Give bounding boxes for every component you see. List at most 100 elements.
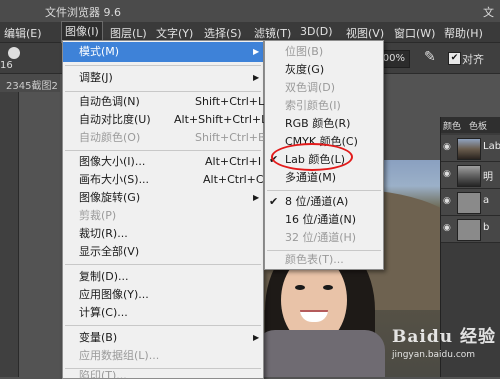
- menu-item-mode[interactable]: 模式(M) ▶: [63, 42, 263, 62]
- annotation-circle: [271, 143, 353, 171]
- mode-item-color-table: 颜色表(T)...: [265, 251, 383, 269]
- watermark-logo: Baidu 经验: [392, 327, 497, 347]
- eye-icon[interactable]: ◉: [443, 196, 455, 206]
- menu-item-label: 位图(B): [285, 45, 324, 58]
- document-tab-label: 2345截图2: [6, 81, 58, 92]
- menu-item-label: 调整(J): [79, 71, 113, 84]
- menu-separator: [65, 264, 261, 265]
- channel-row[interactable]: ◉ b: [441, 216, 500, 243]
- menu-item-label: 颜色表(T)...: [285, 253, 344, 266]
- channel-row[interactable]: ◉ Lab: [441, 135, 500, 162]
- menu-item-label: 剪裁(P): [79, 209, 117, 222]
- mode-item-rgb[interactable]: RGB 颜色(R): [265, 114, 383, 134]
- menu-item-image-rotation[interactable]: 图像旋转(G) ▶: [63, 188, 263, 208]
- menu-item-calculations[interactable]: 计算(C)...: [63, 303, 263, 323]
- tab-swatches[interactable]: 色板: [469, 119, 487, 132]
- eye-icon[interactable]: ◉: [443, 142, 455, 152]
- mode-item-grayscale[interactable]: 灰度(G): [265, 60, 383, 80]
- tab-color[interactable]: 颜色: [443, 119, 461, 132]
- menu-item-label: 复制(D)...: [79, 270, 129, 283]
- submenu-arrow-icon: ▶: [253, 333, 260, 342]
- channel-thumbnail: [457, 138, 481, 160]
- channel-thumbnail: [457, 219, 481, 241]
- menu-item-label: 模式(M): [79, 45, 120, 58]
- watermark-url: jingyan.baidu.com: [392, 350, 476, 360]
- channel-name: b: [483, 222, 490, 233]
- menu-help[interactable]: 帮助(H): [444, 25, 483, 41]
- document-tab[interactable]: 2345截图2: [0, 74, 60, 92]
- mode-item-indexed-color: 索引颜色(I): [265, 96, 383, 116]
- mode-item-duotone: 双色调(D): [265, 78, 383, 98]
- tools-panel: [0, 92, 19, 377]
- title-bar: 文件浏览器 9.6 文: [0, 0, 500, 22]
- channel-name: a: [483, 195, 490, 206]
- brush-size: 16: [0, 60, 13, 71]
- menu-item-shortcut: Alt+Ctrl+I: [205, 155, 262, 168]
- channel-row[interactable]: ◉ 明: [441, 162, 500, 189]
- menu-item-label: 计算(C)...: [79, 306, 128, 319]
- menu-item-label: 16 位/通道(N): [285, 213, 357, 226]
- eye-icon[interactable]: ◉: [443, 169, 455, 179]
- window-title: 文件浏览器 9.6: [45, 6, 121, 19]
- menu-separator: [267, 190, 381, 191]
- menu-item-label: 裁切(R)...: [79, 227, 128, 240]
- mode-item-16bit[interactable]: 16 位/通道(N): [265, 210, 383, 230]
- checkmark-icon: ✔: [269, 195, 279, 208]
- menu-item-reveal-all[interactable]: 显示全部(V): [63, 242, 263, 262]
- menu-item-apply-image[interactable]: 应用图像(Y)...: [63, 285, 263, 305]
- align-label: 对齐: [462, 53, 484, 66]
- menu-item-label: 8 位/通道(A): [285, 195, 349, 208]
- menu-item-shortcut: Shift+Ctrl+B: [195, 131, 266, 144]
- menu-item-label: 自动颜色(O): [79, 131, 141, 144]
- menu-window[interactable]: 窗口(W): [394, 25, 435, 41]
- image-menu: 模式(M) ▶ 调整(J) ▶ 自动色调(N) Shift+Ctrl+L 自动对…: [62, 40, 267, 379]
- channel-row[interactable]: ◉ a: [441, 189, 500, 216]
- menu-edit[interactable]: 编辑(E): [4, 25, 42, 41]
- mode-item-8bit[interactable]: ✔ 8 位/通道(A): [265, 192, 383, 212]
- menu-separator: [65, 325, 261, 326]
- menu-item-label: 图像大小(I)...: [79, 155, 146, 168]
- menu-item-label: 画布大小(S)...: [79, 173, 150, 186]
- mode-item-multichannel[interactable]: 多通道(M): [265, 168, 383, 188]
- menu-separator: [65, 368, 261, 369]
- align-checkbox[interactable]: ✔: [448, 52, 461, 65]
- menu-item-label: 多通道(M): [285, 171, 337, 184]
- menu-item-label: 自动色调(N): [79, 95, 140, 108]
- menu-select[interactable]: 选择(S): [204, 25, 242, 41]
- menu-item-canvas-size[interactable]: 画布大小(S)... Alt+Ctrl+C: [63, 170, 264, 190]
- menu-item-adjust[interactable]: 调整(J) ▶: [63, 68, 263, 88]
- submenu-arrow-icon: ▶: [253, 193, 260, 202]
- menu-item-label: RGB 颜色(R): [285, 117, 351, 130]
- menu-item-apply-data-set: 应用数据组(L)...: [63, 346, 263, 366]
- menu-filter[interactable]: 滤镜(T): [254, 25, 291, 41]
- menu-item-label: 灰度(G): [285, 63, 325, 76]
- channel-name: 明: [483, 172, 493, 183]
- menu-item-label: 应用图像(Y)...: [79, 288, 149, 301]
- menu-type[interactable]: 文字(Y): [156, 25, 193, 41]
- mode-item-32bit: 32 位/通道(H): [265, 228, 383, 248]
- menu-view[interactable]: 视图(V): [346, 25, 384, 41]
- channel-thumbnail: [457, 192, 481, 214]
- menu-item-label: 双色调(D): [285, 81, 336, 94]
- mode-item-bitmap: 位图(B): [265, 42, 383, 62]
- menu-item-shortcut: Alt+Shift+Ctrl+L: [174, 113, 268, 126]
- menu-layer[interactable]: 图层(L): [110, 25, 147, 41]
- menu-item-label: 32 位/通道(H): [285, 231, 357, 244]
- menu-item-auto-color: 自动颜色(O) Shift+Ctrl+B: [63, 128, 266, 148]
- menu-item-image-size[interactable]: 图像大小(I)... Alt+Ctrl+I: [63, 152, 263, 172]
- menu-item-auto-tone[interactable]: 自动色调(N) Shift+Ctrl+L: [63, 92, 265, 112]
- menu-image[interactable]: 图像(I): [61, 21, 103, 43]
- menu-3d[interactable]: 3D(D): [300, 25, 333, 38]
- brush-preview-icon[interactable]: [8, 47, 20, 59]
- menu-item-auto-contrast[interactable]: 自动对比度(U) Alt+Shift+Ctrl+L: [63, 110, 267, 130]
- channel-thumbnail: [457, 165, 481, 187]
- window-title-right: 文: [483, 6, 494, 19]
- eye-icon[interactable]: ◉: [443, 223, 455, 233]
- menu-item-shortcut: Alt+Ctrl+C: [203, 173, 264, 186]
- menu-item-shortcut: Shift+Ctrl+L: [195, 95, 265, 108]
- pen-pressure-icon[interactable]: ✎: [424, 49, 442, 67]
- menu-item-trim[interactable]: 裁切(R)...: [63, 224, 263, 244]
- panel-tabs: 颜色 色板: [441, 117, 500, 133]
- menu-item-variables[interactable]: 变量(B) ▶: [63, 328, 263, 348]
- menu-item-duplicate[interactable]: 复制(D)...: [63, 267, 263, 287]
